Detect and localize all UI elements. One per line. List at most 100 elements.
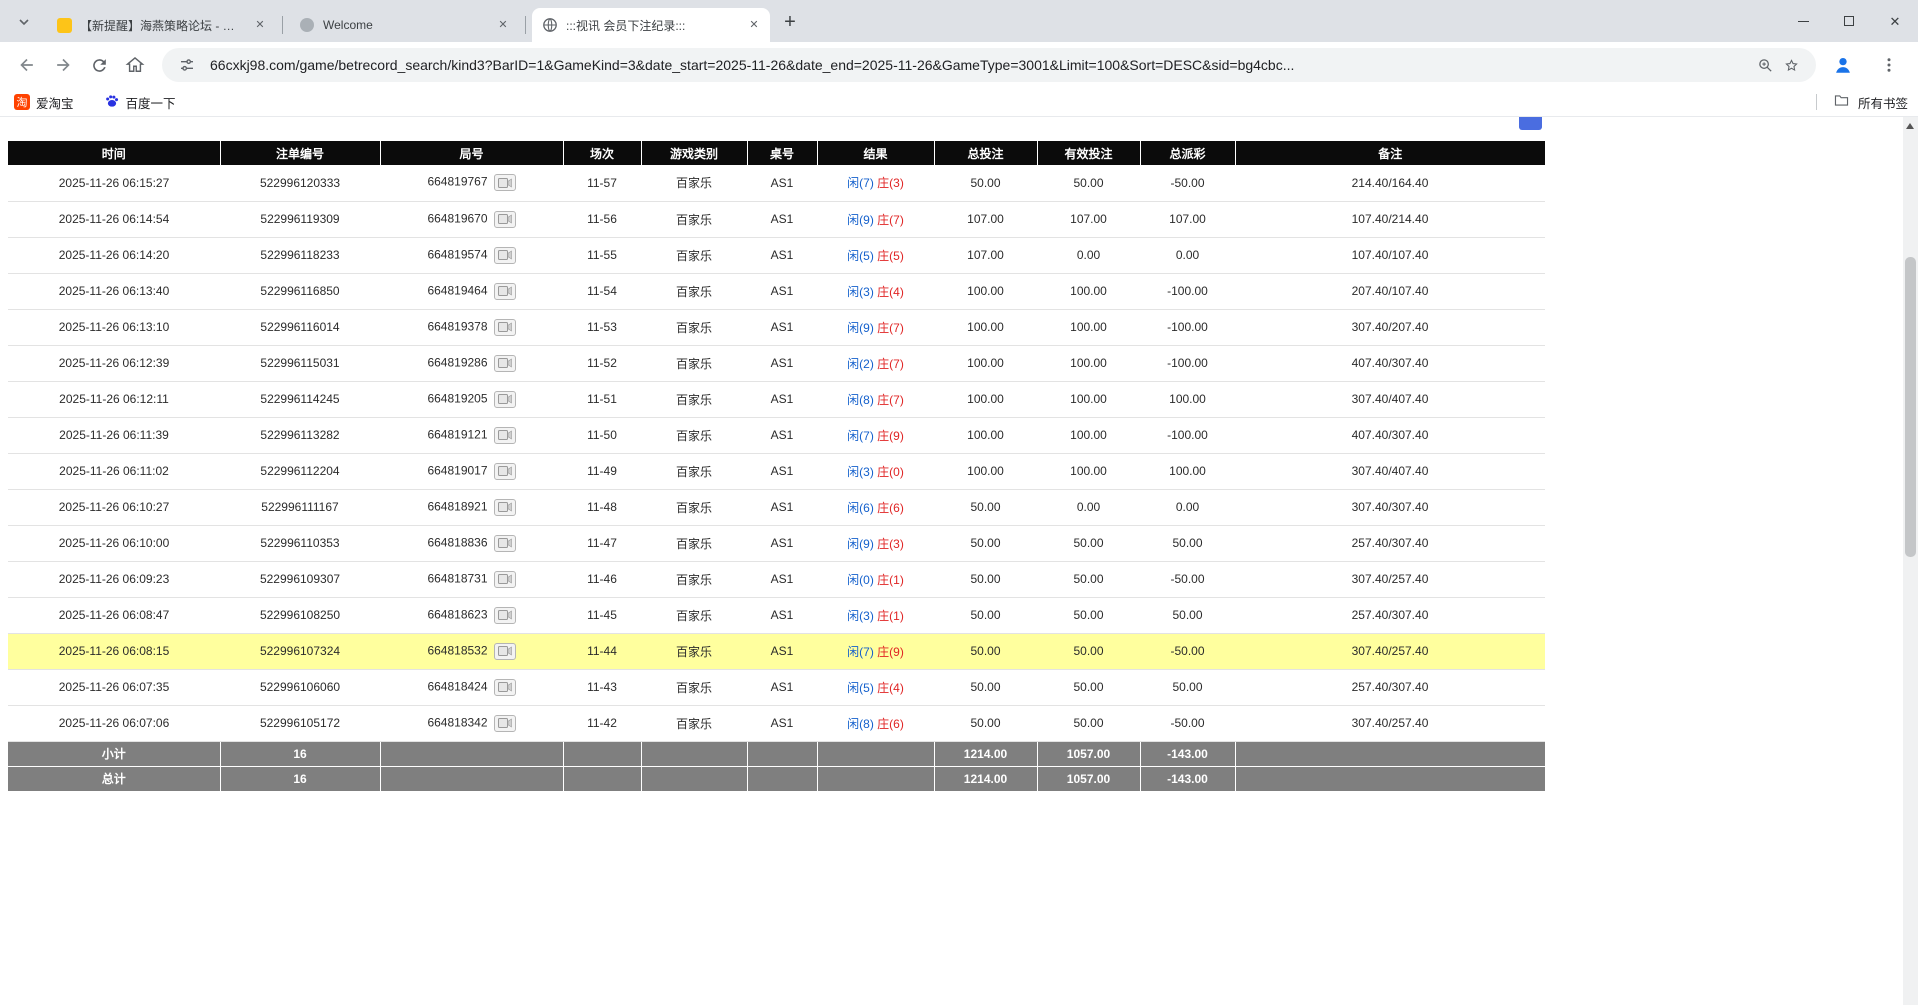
total-bet-link[interactable]: 50.00 [934, 561, 1037, 597]
column-header: 局号 [380, 141, 563, 165]
table-no-cell: AS1 [747, 633, 817, 669]
video-replay-button[interactable] [494, 679, 516, 696]
total-bet-link[interactable]: 107.00 [934, 237, 1037, 273]
bookmark-star-icon[interactable] [1778, 52, 1804, 78]
maximize-button[interactable] [1826, 0, 1872, 42]
time-cell: 2025-11-26 06:08:15 [8, 633, 220, 669]
column-header: 场次 [563, 141, 641, 165]
partial-submit-button[interactable] [1519, 117, 1542, 130]
total-bet-link[interactable]: 100.00 [934, 417, 1037, 453]
summary-label: 总计 [8, 766, 220, 791]
bookmark-label: 百度一下 [126, 93, 176, 112]
total-bet-link[interactable]: 100.00 [934, 309, 1037, 345]
total-bet-link[interactable]: 50.00 [934, 597, 1037, 633]
session-cell: 11-53 [563, 309, 641, 345]
menu-kebab-icon[interactable] [1872, 48, 1906, 82]
tab-welcome[interactable]: Welcome ✕ [289, 8, 519, 42]
url-text[interactable]: 66cxkj98.com/game/betrecord_search/kind3… [210, 57, 1742, 73]
back-icon[interactable] [10, 48, 44, 82]
video-replay-button[interactable] [494, 463, 516, 480]
all-bookmarks[interactable]: 所有书签 [1816, 92, 1908, 112]
note-cell: 257.40/307.40 [1235, 597, 1545, 633]
video-replay-button[interactable] [494, 607, 516, 624]
bookmark-taobao[interactable]: 淘 爱淘宝 [10, 90, 78, 114]
time-cell: 2025-11-26 06:10:27 [8, 489, 220, 525]
game-type-cell: 百家乐 [641, 453, 747, 489]
video-replay-button[interactable] [494, 355, 516, 372]
forum-favicon-icon [56, 17, 72, 33]
total-bet-link[interactable]: 100.00 [934, 381, 1037, 417]
scroll-up-arrow-icon[interactable] [1906, 123, 1914, 129]
total-bet-link[interactable]: 50.00 [934, 633, 1037, 669]
zoom-icon[interactable] [1752, 52, 1778, 78]
vertical-scrollbar[interactable] [1903, 117, 1918, 1005]
profile-avatar-icon[interactable] [1826, 48, 1860, 82]
table-no-cell: AS1 [747, 273, 817, 309]
session-cell: 11-49 [563, 453, 641, 489]
table-no-cell: AS1 [747, 345, 817, 381]
video-replay-button[interactable] [494, 715, 516, 732]
video-replay-button[interactable] [494, 391, 516, 408]
total-bet-link[interactable]: 50.00 [934, 489, 1037, 525]
summary-valid-bet: 1057.00 [1037, 741, 1140, 766]
table-row: 2025-11-26 06:12:39522996115031664819286… [8, 345, 1545, 381]
home-icon[interactable] [118, 48, 152, 82]
payout-cell: -100.00 [1140, 345, 1235, 381]
total-bet-link[interactable]: 100.00 [934, 345, 1037, 381]
game-type-cell: 百家乐 [641, 705, 747, 741]
time-cell: 2025-11-26 06:13:40 [8, 273, 220, 309]
tab-close-icon[interactable]: ✕ [252, 17, 268, 33]
video-replay-button[interactable] [494, 319, 516, 336]
tab-close-icon[interactable]: ✕ [495, 17, 511, 33]
result-cell: 闲(3) 庄(4) [817, 273, 934, 309]
column-header: 结果 [817, 141, 934, 165]
table-row: 2025-11-26 06:13:10522996116014664819378… [8, 309, 1545, 345]
site-settings-icon[interactable] [174, 52, 200, 78]
tab-forum[interactable]: 【新提醒】海燕策略论坛 - 综合 ✕ [46, 8, 276, 42]
game-type-cell: 百家乐 [641, 669, 747, 705]
reload-icon[interactable] [82, 48, 116, 82]
total-bet-link[interactable]: 50.00 [934, 669, 1037, 705]
total-bet-link[interactable]: 50.00 [934, 165, 1037, 201]
video-replay-button[interactable] [494, 643, 516, 660]
video-replay-button[interactable] [494, 211, 516, 228]
scrollbar-thumb[interactable] [1905, 257, 1916, 557]
total-bet-link[interactable]: 100.00 [934, 453, 1037, 489]
bookmark-baidu[interactable]: 百度一下 [100, 90, 180, 114]
time-cell: 2025-11-26 06:10:00 [8, 525, 220, 561]
valid-bet-cell: 50.00 [1037, 633, 1140, 669]
note-cell: 257.40/307.40 [1235, 669, 1545, 705]
valid-bet-cell: 0.00 [1037, 489, 1140, 525]
total-bet-link[interactable]: 50.00 [934, 525, 1037, 561]
player-result: 闲(3) [847, 609, 874, 623]
note-cell: 214.40/164.40 [1235, 165, 1545, 201]
valid-bet-cell: 50.00 [1037, 165, 1140, 201]
game-type-cell: 百家乐 [641, 273, 747, 309]
tab-search-chevron-icon[interactable] [10, 8, 38, 36]
tab-close-icon[interactable]: ✕ [746, 17, 762, 33]
valid-bet-cell: 0.00 [1037, 237, 1140, 273]
time-cell: 2025-11-26 06:14:20 [8, 237, 220, 273]
tab-title: Welcome [323, 18, 487, 32]
total-bet-link[interactable]: 50.00 [934, 705, 1037, 741]
bookmarks-divider [1816, 94, 1817, 110]
valid-bet-cell: 100.00 [1037, 453, 1140, 489]
video-replay-button[interactable] [494, 174, 516, 191]
total-bet-link[interactable]: 100.00 [934, 273, 1037, 309]
close-button[interactable]: ✕ [1872, 0, 1918, 42]
summary-count: 16 [220, 741, 380, 766]
forward-icon[interactable] [46, 48, 80, 82]
video-replay-button[interactable] [494, 427, 516, 444]
tab-bet-records[interactable]: :::视讯 会员下注纪录::: ✕ [532, 8, 770, 42]
round-cell: 664819464 [380, 273, 563, 309]
video-replay-button[interactable] [494, 571, 516, 588]
minimize-button[interactable] [1780, 0, 1826, 42]
bet-id-cell: 522996108250 [220, 597, 380, 633]
total-bet-link[interactable]: 107.00 [934, 201, 1037, 237]
new-tab-button[interactable]: + [776, 8, 804, 36]
url-bar[interactable]: 66cxkj98.com/game/betrecord_search/kind3… [162, 48, 1816, 82]
video-replay-button[interactable] [494, 283, 516, 300]
video-replay-button[interactable] [494, 499, 516, 516]
video-replay-button[interactable] [494, 247, 516, 264]
video-replay-button[interactable] [494, 535, 516, 552]
